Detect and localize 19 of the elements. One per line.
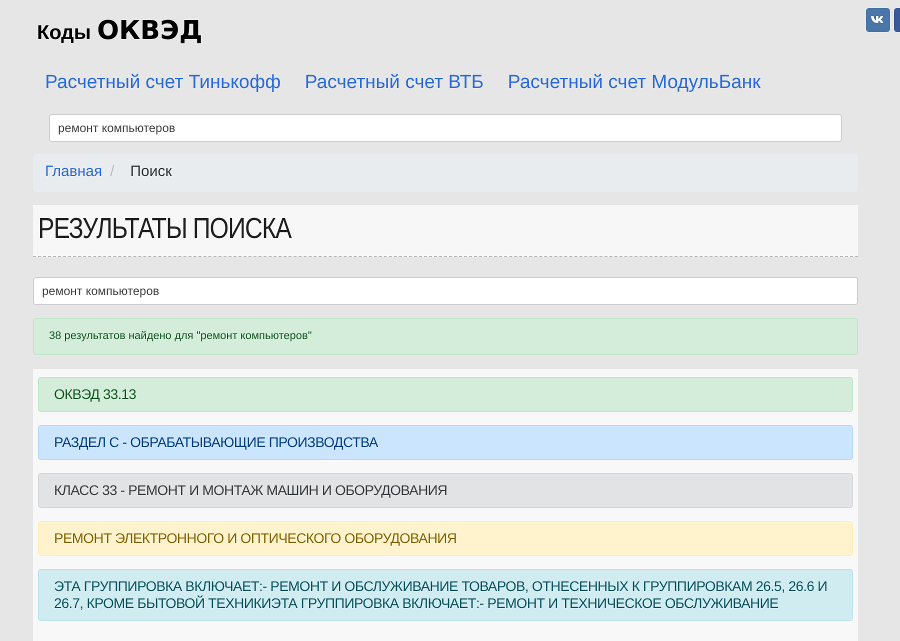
nav-link[interactable]: Расчетный счет ВТБ — [304, 69, 484, 98]
result-item[interactable]: КЛАСС 33 - РЕМОНТ И МОНТАЖ МАШИН И ОБОРУДОВАНИЯ — [38, 472, 853, 508]
result-item[interactable]: РАЗДЕЛ C - ОБРАБАТЫВАЮЩИЕ ПРОИЗВОДСТВА — [38, 424, 853, 460]
search-field[interactable]: ремонт компьютеров — [49, 114, 842, 142]
vk-logo-icon[interactable] — [866, 8, 890, 32]
result-item[interactable]: ОКВЭД 33.13 — [38, 376, 853, 412]
logo-text[interactable]: ОКВЭД — [96, 12, 202, 51]
result-item[interactable]: ЭТА ГРУППИРОВКА ВКЛЮЧАЕТ:- РЕМОНТ И ОБСЛУЖИВАНИЕ ТОВАРОВ, ОТНЕСЕННЫХ К ГРУППИРОВКАМ 26.5, 26.6 И 26.7, КРОМЕ БЫТОВОЙ ТЕХНИКИЭТА ГРУППИРОВКА ВКЛЮЧАЕТ:- РЕМОНТ И ТЕХНИЧЕСКОЕ ОБСЛУЖИВАНИЕ — [38, 568, 853, 620]
breadcrumb-current: Поиск — [129, 162, 172, 182]
nav-link[interactable]: Расчетный счет МодульБанк — [508, 69, 761, 98]
result-item[interactable]: РЕМОНТ ЭЛЕКТРОННОГО И ОПТИЧЕСКОГО ОБОРУДОВАНИЯ — [38, 520, 853, 556]
logo-text[interactable]: Коды — [37, 18, 91, 48]
nav-link[interactable]: Расчетный счет Тинькофф — [45, 69, 281, 98]
breadcrumb-separator: / — [109, 162, 116, 182]
search-field[interactable]: ремонт компьютеров — [33, 276, 858, 304]
breadcrumb-link[interactable]: Главная — [45, 161, 102, 184]
page-heading: РЕЗУЛЬТАТЫ ПОИСКА — [38, 212, 291, 248]
social-icon[interactable] — [894, 8, 900, 32]
result-notice: 38 результатов найдено для "ремонт компьютеров" — [33, 318, 858, 354]
